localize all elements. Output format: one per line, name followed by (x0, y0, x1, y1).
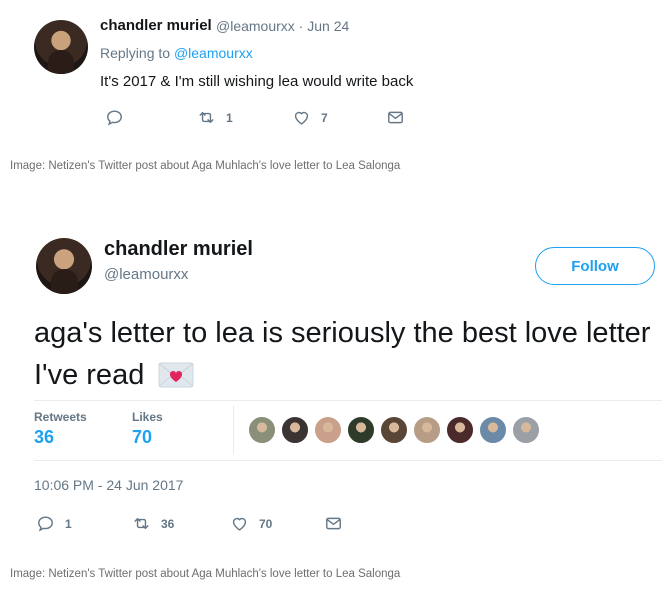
liker-avatar[interactable] (446, 416, 474, 444)
retweets-stat[interactable]: Retweets 36 (34, 410, 87, 448)
liker-avatar[interactable] (479, 416, 507, 444)
like-count: 70 (259, 516, 273, 531)
divider (34, 460, 662, 461)
author-name[interactable]: chandler muriel (100, 17, 212, 34)
reply-mention-link[interactable]: @leamourxx (174, 45, 253, 61)
stats-separator (233, 405, 234, 455)
retweet-button[interactable]: 1 (197, 108, 233, 127)
reply-count: 1 (65, 516, 72, 531)
likes-label: Likes (132, 410, 163, 424)
like-button[interactable]: 7 (292, 108, 328, 127)
message-icon (388, 111, 403, 124)
liker-avatar[interactable] (380, 416, 408, 444)
retweets-label: Retweets (34, 410, 87, 424)
likes-stat[interactable]: Likes 70 (132, 410, 163, 448)
divider (34, 400, 662, 401)
tweet-text: It's 2017 & I'm still wishing lea would … (100, 73, 414, 90)
direct-message-button[interactable] (324, 514, 343, 533)
direct-message-button[interactable] (386, 108, 405, 127)
love-letter-envelope-icon (158, 362, 194, 388)
follow-button[interactable]: Follow (535, 247, 655, 285)
like-button[interactable]: 70 (230, 514, 272, 533)
tweet-text-body: aga's letter to lea is seriously the bes… (34, 317, 651, 391)
author-handle-date[interactable]: @leamourxx · Jun 24 (216, 18, 349, 34)
retweet-count: 1 (226, 110, 233, 125)
tweet-timestamp[interactable]: 10:06 PM - 24 Jun 2017 (34, 477, 183, 493)
liker-avatar[interactable] (281, 416, 309, 444)
image-caption: Image: Netizen's Twitter post about Aga … (10, 160, 401, 172)
like-icon (294, 111, 309, 125)
message-icon (326, 517, 341, 530)
reply-icon (38, 516, 53, 532)
retweet-icon (134, 518, 149, 529)
reply-button[interactable] (105, 108, 124, 127)
image-caption: Image: Netizen's Twitter post about Aga … (10, 568, 401, 580)
retweet-count: 36 (161, 516, 175, 531)
retweets-value: 36 (34, 427, 55, 447)
liker-avatar[interactable] (347, 416, 375, 444)
liker-avatar[interactable] (248, 416, 276, 444)
author-handle[interactable]: @leamourxx (104, 266, 188, 283)
retweet-icon (199, 112, 214, 123)
liker-avatar[interactable] (413, 416, 441, 444)
reply-button[interactable]: 1 (36, 514, 72, 533)
avatar[interactable] (36, 238, 92, 294)
like-icon (232, 517, 247, 531)
likes-value: 70 (132, 427, 153, 447)
author-name[interactable]: chandler muriel (104, 238, 253, 261)
liker-avatar[interactable] (512, 416, 540, 444)
reply-icon (107, 110, 122, 126)
liker-avatars (248, 416, 540, 444)
reply-tweet-card: chandler muriel @leamourxx · Jun 24 Repl… (0, 0, 666, 152)
liker-avatar[interactable] (314, 416, 342, 444)
tweet-text: aga's letter to lea is seriously the bes… (34, 312, 664, 396)
avatar[interactable] (34, 20, 88, 74)
replying-to: Replying to @leamourxx (100, 45, 253, 61)
retweet-button[interactable]: 36 (132, 514, 174, 533)
replying-to-label: Replying to (100, 45, 171, 61)
like-count: 7 (321, 110, 328, 125)
